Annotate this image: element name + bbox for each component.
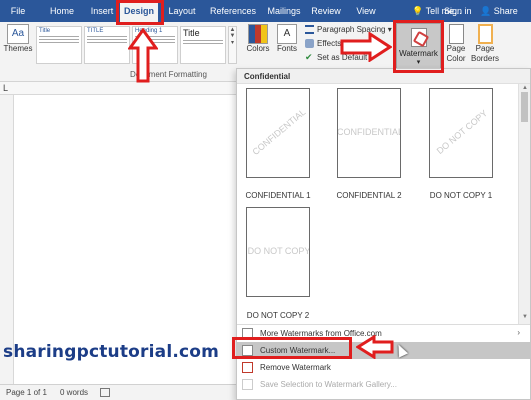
tab-mailings[interactable]: Mailings <box>266 0 302 22</box>
save-gallery-icon <box>242 379 253 390</box>
tab-insert[interactable]: Insert <box>89 0 115 22</box>
tab-selector[interactable]: L <box>3 83 8 93</box>
menu-item-label: Remove Watermark <box>260 363 331 372</box>
page-borders-label: Page Borders <box>470 44 499 63</box>
style-set-title: Title <box>183 28 200 38</box>
watermark-preview-text: DO NOT COPY <box>247 246 310 256</box>
effects-icon <box>305 39 314 49</box>
tab-layout[interactable]: Layout <box>167 0 197 22</box>
annotation-box-watermark <box>393 20 444 73</box>
watermark-confidential-1[interactable]: CONFIDENTIAL <box>246 88 310 178</box>
scroll-down-icon[interactable]: ▼ <box>522 314 528 320</box>
gallery-scrollbar[interactable]: ▲ ▼ <box>518 84 530 324</box>
site-watermark-text: sharingpctutorial.com <box>3 342 220 362</box>
proofing-icon[interactable] <box>100 388 110 397</box>
annotation-box-custom-watermark <box>232 337 352 359</box>
style-set-title: TITLE <box>87 28 104 34</box>
vertical-ruler <box>0 95 14 384</box>
style-set-title: Title <box>39 28 51 34</box>
page-color-label: Page Color <box>446 44 466 63</box>
annotation-arrow-up <box>128 28 158 83</box>
watermark-preview-text: DO NOT COPY <box>434 107 490 157</box>
tab-references[interactable]: References <box>209 0 257 22</box>
page-count[interactable]: Page 1 of 1 <box>6 388 47 397</box>
themes-label: Themes <box>3 44 33 53</box>
gallery-scroll[interactable]: ▲ ▼ ▾ <box>228 26 237 64</box>
page-borders-button[interactable]: Page Borders <box>470 24 500 64</box>
save-selection-menu-item[interactable]: Save Selection to Watermark Gallery... <box>237 376 530 393</box>
remove-watermark-icon <box>242 362 253 373</box>
tab-review[interactable]: Review <box>310 0 342 22</box>
share-button[interactable]: 👤 Share <box>480 0 518 22</box>
themes-icon: Aa <box>7 24 29 44</box>
watermark-label: CONFIDENTIAL 2 <box>336 191 402 200</box>
word-count[interactable]: 0 words <box>60 388 88 397</box>
person-icon: 👤 <box>480 6 492 16</box>
scroll-up-icon[interactable]: ▲ <box>522 85 528 91</box>
watermark-label: DO NOT COPY 1 <box>429 191 493 200</box>
effects-label: Effects <box>317 39 342 48</box>
page-borders-icon <box>477 24 493 44</box>
style-set-2[interactable]: TITLE <box>84 26 130 64</box>
colors-icon <box>248 24 268 44</box>
chevron-right-icon: › <box>517 328 520 337</box>
remove-watermark-menu-item[interactable]: Remove Watermark <box>237 359 530 376</box>
watermark-preview-text: CONFIDENTIAL <box>250 106 308 158</box>
scroll-thumb[interactable] <box>521 92 528 122</box>
watermark-do-not-copy-1[interactable]: DO NOT COPY <box>429 88 493 178</box>
tab-file[interactable]: File <box>6 0 30 22</box>
themes-button[interactable]: Aa Themes <box>3 24 33 53</box>
horizontal-ruler: L <box>0 82 236 95</box>
document-page[interactable] <box>14 95 236 384</box>
style-set-4[interactable]: Title <box>180 26 226 64</box>
sign-in-link[interactable]: Sign in <box>444 0 472 22</box>
ribbon-tab-bar: File Home Insert Design Layout Reference… <box>0 0 531 22</box>
annotation-box-design-tab <box>116 0 164 25</box>
gallery-section-header: Confidential <box>237 69 530 84</box>
page-color-icon <box>448 24 464 44</box>
colors-label: Colors <box>246 44 270 53</box>
watermark-label: CONFIDENTIAL 1 <box>245 191 311 200</box>
watermark-preview-text: CONFIDENTIAL <box>337 127 401 137</box>
effects-button[interactable]: Effects <box>305 39 342 49</box>
checkmark-icon: ✔ <box>305 52 313 63</box>
page-color-button[interactable]: Page Color <box>444 24 468 64</box>
tab-home[interactable]: Home <box>48 0 76 22</box>
fonts-label: Fonts <box>276 44 297 53</box>
menu-item-label: Save Selection to Watermark Gallery... <box>260 380 397 389</box>
annotation-arrow-left <box>356 335 394 359</box>
style-set-1[interactable]: Title <box>36 26 82 64</box>
fonts-button[interactable]: A Fonts <box>274 24 300 53</box>
paragraph-spacing-icon <box>305 25 314 35</box>
fonts-icon: A <box>277 24 297 44</box>
colors-button[interactable]: Colors <box>244 24 272 53</box>
lightbulb-icon: 💡 <box>412 6 424 16</box>
watermark-do-not-copy-2[interactable]: DO NOT COPY <box>246 207 310 297</box>
share-label: Share <box>493 6 518 16</box>
watermark-confidential-2[interactable]: CONFIDENTIAL <box>337 88 401 178</box>
watermark-label: DO NOT COPY 2 <box>246 311 310 320</box>
annotation-arrow-right <box>340 32 392 62</box>
tab-view[interactable]: View <box>353 0 379 22</box>
